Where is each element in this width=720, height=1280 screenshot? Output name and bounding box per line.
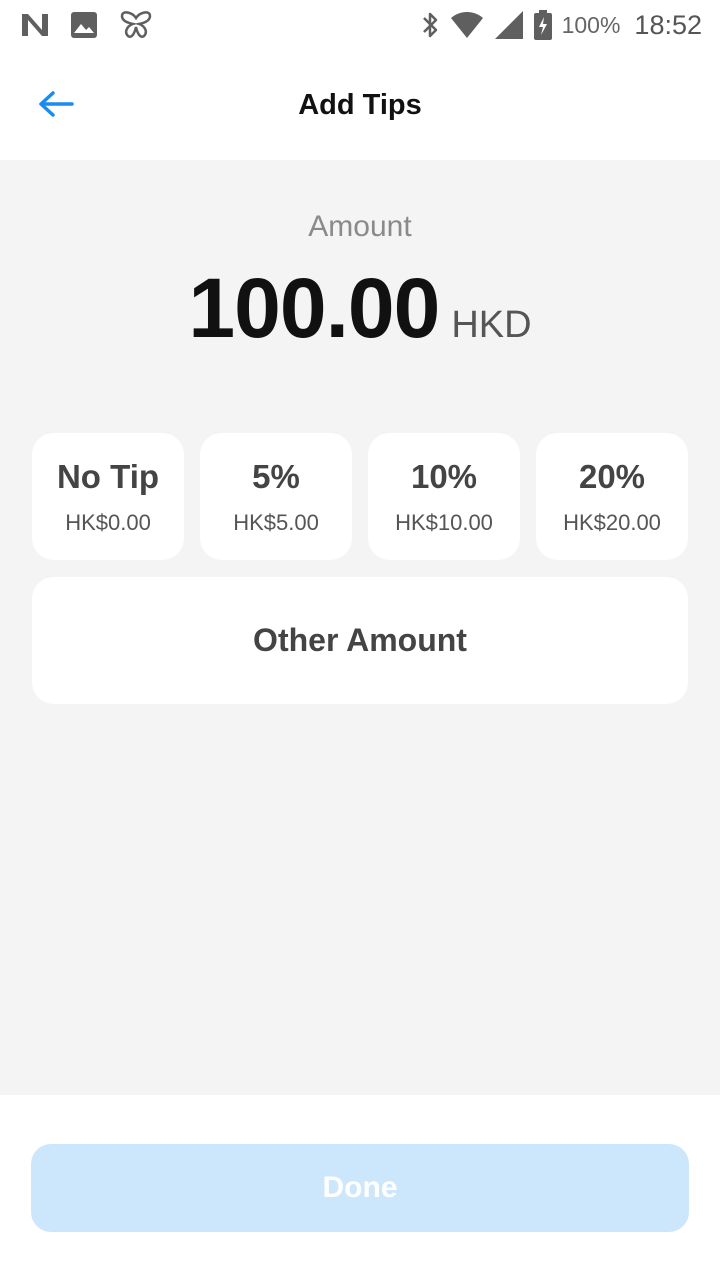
page-title: Add Tips <box>298 88 422 121</box>
tip-option-no-tip[interactable]: No Tip HK$0.00 <box>32 433 184 560</box>
amount-label: Amount <box>308 210 412 243</box>
tip-option-name: No Tip <box>56 457 160 495</box>
other-amount-button[interactable]: Other Amount <box>32 577 688 704</box>
other-amount-label: Other Amount <box>253 622 467 658</box>
battery-icon <box>533 10 552 40</box>
tip-option-amount: HK$20.00 <box>563 509 661 535</box>
arrow-left-icon <box>39 91 74 117</box>
n-icon <box>20 12 50 38</box>
status-bar-left <box>20 10 174 40</box>
back-button[interactable] <box>30 86 82 122</box>
tip-option-name: 10% <box>410 457 478 495</box>
tip-content: Amount 100.00 HKD No Tip HK$0.00 5% HK$5… <box>0 160 720 1095</box>
signal-icon <box>494 10 524 40</box>
butterfly-icon <box>118 10 154 40</box>
tip-option-amount: HK$0.00 <box>65 509 151 535</box>
footer: Done <box>0 1095 720 1280</box>
tip-option-name: 20% <box>578 457 646 495</box>
tip-option-name: 5% <box>252 457 300 495</box>
tip-options: No Tip HK$0.00 5% HK$5.00 10% HK$10.00 2… <box>32 433 688 560</box>
image-icon <box>70 11 98 39</box>
bluetooth-icon <box>420 10 440 40</box>
amount-value: 100.00 <box>188 261 440 355</box>
battery-percent: 100% <box>561 11 621 38</box>
status-bar-right: 100% 18:52 <box>410 10 702 41</box>
status-bar: 100% 18:52 <box>0 0 720 50</box>
add-tips-screen: 100% 18:52 Add Tips Amount 100.00 HKD No… <box>0 0 720 1280</box>
tip-option-5-percent[interactable]: 5% HK$5.00 <box>200 433 352 560</box>
done-label: Done <box>322 1171 398 1204</box>
amount-currency: HKD <box>451 304 532 346</box>
done-button[interactable]: Done <box>31 1144 689 1232</box>
tip-option-amount: HK$5.00 <box>233 509 319 535</box>
amount-display: 100.00 HKD <box>0 260 720 357</box>
tip-option-amount: HK$10.00 <box>395 509 493 535</box>
tip-option-10-percent[interactable]: 10% HK$10.00 <box>368 433 520 560</box>
app-bar: Add Tips <box>0 50 720 160</box>
tip-option-20-percent[interactable]: 20% HK$20.00 <box>536 433 688 560</box>
wifi-icon <box>450 11 484 39</box>
status-time: 18:52 <box>634 9 702 40</box>
